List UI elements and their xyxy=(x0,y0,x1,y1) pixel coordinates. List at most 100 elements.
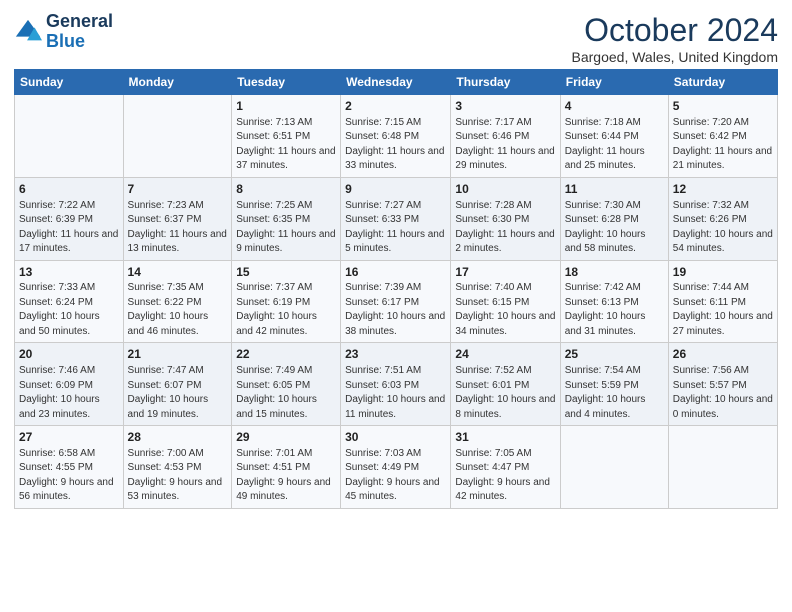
day-info: Sunrise: 7:18 AM Sunset: 6:44 PM Dayligh… xyxy=(565,116,664,174)
day-cell: 12Sunrise: 7:32 AM Sunset: 6:26 PM Dayli… xyxy=(668,177,777,260)
day-info: Sunrise: 7:33 AM Sunset: 6:24 PM Dayligh… xyxy=(19,281,119,339)
day-info: Sunrise: 7:13 AM Sunset: 6:51 PM Dayligh… xyxy=(236,116,336,174)
day-number: 30 xyxy=(345,429,446,446)
day-cell: 14Sunrise: 7:35 AM Sunset: 6:22 PM Dayli… xyxy=(123,260,232,343)
day-number: 20 xyxy=(19,346,119,363)
day-info: Sunrise: 7:23 AM Sunset: 6:37 PM Dayligh… xyxy=(128,199,228,257)
day-info: Sunrise: 7:01 AM Sunset: 4:51 PM Dayligh… xyxy=(236,447,336,505)
logo-text-general: General xyxy=(46,12,113,32)
day-info: Sunrise: 7:56 AM Sunset: 5:57 PM Dayligh… xyxy=(673,364,773,422)
month-title: October 2024 xyxy=(572,12,778,49)
day-info: Sunrise: 7:37 AM Sunset: 6:19 PM Dayligh… xyxy=(236,281,336,339)
day-info: Sunrise: 7:15 AM Sunset: 6:48 PM Dayligh… xyxy=(345,116,446,174)
day-info: Sunrise: 7:51 AM Sunset: 6:03 PM Dayligh… xyxy=(345,364,446,422)
week-row-3: 13Sunrise: 7:33 AM Sunset: 6:24 PM Dayli… xyxy=(15,260,778,343)
day-number: 3 xyxy=(455,98,555,115)
day-info: Sunrise: 7:03 AM Sunset: 4:49 PM Dayligh… xyxy=(345,447,446,505)
week-row-4: 20Sunrise: 7:46 AM Sunset: 6:09 PM Dayli… xyxy=(15,343,778,426)
day-cell: 27Sunrise: 6:58 AM Sunset: 4:55 PM Dayli… xyxy=(15,426,124,509)
day-number: 19 xyxy=(673,264,773,281)
day-cell: 25Sunrise: 7:54 AM Sunset: 5:59 PM Dayli… xyxy=(560,343,668,426)
title-block: October 2024 Bargoed, Wales, United King… xyxy=(572,12,778,65)
day-cell: 4Sunrise: 7:18 AM Sunset: 6:44 PM Daylig… xyxy=(560,95,668,178)
day-number: 7 xyxy=(128,181,228,198)
day-info: Sunrise: 7:40 AM Sunset: 6:15 PM Dayligh… xyxy=(455,281,555,339)
day-cell: 7Sunrise: 7:23 AM Sunset: 6:37 PM Daylig… xyxy=(123,177,232,260)
day-cell: 31Sunrise: 7:05 AM Sunset: 4:47 PM Dayli… xyxy=(451,426,560,509)
day-number: 4 xyxy=(565,98,664,115)
calendar-table: SundayMondayTuesdayWednesdayThursdayFrid… xyxy=(14,69,778,509)
day-number: 16 xyxy=(345,264,446,281)
calendar-header: SundayMondayTuesdayWednesdayThursdayFrid… xyxy=(15,70,778,95)
day-cell xyxy=(15,95,124,178)
day-cell: 24Sunrise: 7:52 AM Sunset: 6:01 PM Dayli… xyxy=(451,343,560,426)
day-number: 31 xyxy=(455,429,555,446)
day-info: Sunrise: 7:35 AM Sunset: 6:22 PM Dayligh… xyxy=(128,281,228,339)
day-number: 18 xyxy=(565,264,664,281)
day-info: Sunrise: 7:28 AM Sunset: 6:30 PM Dayligh… xyxy=(455,199,555,257)
header-cell-thursday: Thursday xyxy=(451,70,560,95)
day-number: 5 xyxy=(673,98,773,115)
day-info: Sunrise: 7:54 AM Sunset: 5:59 PM Dayligh… xyxy=(565,364,664,422)
logo: General Blue xyxy=(14,12,113,52)
week-row-1: 1Sunrise: 7:13 AM Sunset: 6:51 PM Daylig… xyxy=(15,95,778,178)
week-row-5: 27Sunrise: 6:58 AM Sunset: 4:55 PM Dayli… xyxy=(15,426,778,509)
day-info: Sunrise: 7:47 AM Sunset: 6:07 PM Dayligh… xyxy=(128,364,228,422)
day-cell: 10Sunrise: 7:28 AM Sunset: 6:30 PM Dayli… xyxy=(451,177,560,260)
page-container: General Blue October 2024 Bargoed, Wales… xyxy=(0,0,792,517)
week-row-2: 6Sunrise: 7:22 AM Sunset: 6:39 PM Daylig… xyxy=(15,177,778,260)
day-cell: 3Sunrise: 7:17 AM Sunset: 6:46 PM Daylig… xyxy=(451,95,560,178)
header-cell-saturday: Saturday xyxy=(668,70,777,95)
header-cell-wednesday: Wednesday xyxy=(341,70,451,95)
day-number: 28 xyxy=(128,429,228,446)
day-cell: 30Sunrise: 7:03 AM Sunset: 4:49 PM Dayli… xyxy=(341,426,451,509)
day-cell: 13Sunrise: 7:33 AM Sunset: 6:24 PM Dayli… xyxy=(15,260,124,343)
header-cell-tuesday: Tuesday xyxy=(232,70,341,95)
day-number: 23 xyxy=(345,346,446,363)
logo-text-blue: Blue xyxy=(46,32,113,52)
day-number: 11 xyxy=(565,181,664,198)
day-info: Sunrise: 7:20 AM Sunset: 6:42 PM Dayligh… xyxy=(673,116,773,174)
day-cell: 5Sunrise: 7:20 AM Sunset: 6:42 PM Daylig… xyxy=(668,95,777,178)
day-info: Sunrise: 6:58 AM Sunset: 4:55 PM Dayligh… xyxy=(19,447,119,505)
day-number: 8 xyxy=(236,181,336,198)
day-cell: 17Sunrise: 7:40 AM Sunset: 6:15 PM Dayli… xyxy=(451,260,560,343)
day-info: Sunrise: 7:32 AM Sunset: 6:26 PM Dayligh… xyxy=(673,199,773,257)
day-cell xyxy=(560,426,668,509)
day-number: 1 xyxy=(236,98,336,115)
day-info: Sunrise: 7:30 AM Sunset: 6:28 PM Dayligh… xyxy=(565,199,664,257)
header-cell-friday: Friday xyxy=(560,70,668,95)
calendar-body: 1Sunrise: 7:13 AM Sunset: 6:51 PM Daylig… xyxy=(15,95,778,509)
day-cell: 28Sunrise: 7:00 AM Sunset: 4:53 PM Dayli… xyxy=(123,426,232,509)
day-info: Sunrise: 7:27 AM Sunset: 6:33 PM Dayligh… xyxy=(345,199,446,257)
day-cell: 21Sunrise: 7:47 AM Sunset: 6:07 PM Dayli… xyxy=(123,343,232,426)
day-cell: 8Sunrise: 7:25 AM Sunset: 6:35 PM Daylig… xyxy=(232,177,341,260)
header-cell-monday: Monday xyxy=(123,70,232,95)
day-cell: 18Sunrise: 7:42 AM Sunset: 6:13 PM Dayli… xyxy=(560,260,668,343)
day-cell xyxy=(123,95,232,178)
day-cell: 16Sunrise: 7:39 AM Sunset: 6:17 PM Dayli… xyxy=(341,260,451,343)
day-number: 24 xyxy=(455,346,555,363)
day-cell: 6Sunrise: 7:22 AM Sunset: 6:39 PM Daylig… xyxy=(15,177,124,260)
day-number: 15 xyxy=(236,264,336,281)
day-info: Sunrise: 7:25 AM Sunset: 6:35 PM Dayligh… xyxy=(236,199,336,257)
header: General Blue October 2024 Bargoed, Wales… xyxy=(14,12,778,65)
header-cell-sunday: Sunday xyxy=(15,70,124,95)
day-number: 10 xyxy=(455,181,555,198)
day-info: Sunrise: 7:05 AM Sunset: 4:47 PM Dayligh… xyxy=(455,447,555,505)
day-number: 26 xyxy=(673,346,773,363)
day-cell: 2Sunrise: 7:15 AM Sunset: 6:48 PM Daylig… xyxy=(341,95,451,178)
day-info: Sunrise: 7:42 AM Sunset: 6:13 PM Dayligh… xyxy=(565,281,664,339)
subtitle: Bargoed, Wales, United Kingdom xyxy=(572,49,778,65)
header-row: SundayMondayTuesdayWednesdayThursdayFrid… xyxy=(15,70,778,95)
day-number: 22 xyxy=(236,346,336,363)
day-number: 29 xyxy=(236,429,336,446)
day-number: 17 xyxy=(455,264,555,281)
day-cell: 26Sunrise: 7:56 AM Sunset: 5:57 PM Dayli… xyxy=(668,343,777,426)
day-cell: 11Sunrise: 7:30 AM Sunset: 6:28 PM Dayli… xyxy=(560,177,668,260)
day-number: 21 xyxy=(128,346,228,363)
day-cell: 9Sunrise: 7:27 AM Sunset: 6:33 PM Daylig… xyxy=(341,177,451,260)
day-number: 6 xyxy=(19,181,119,198)
day-number: 13 xyxy=(19,264,119,281)
day-cell xyxy=(668,426,777,509)
